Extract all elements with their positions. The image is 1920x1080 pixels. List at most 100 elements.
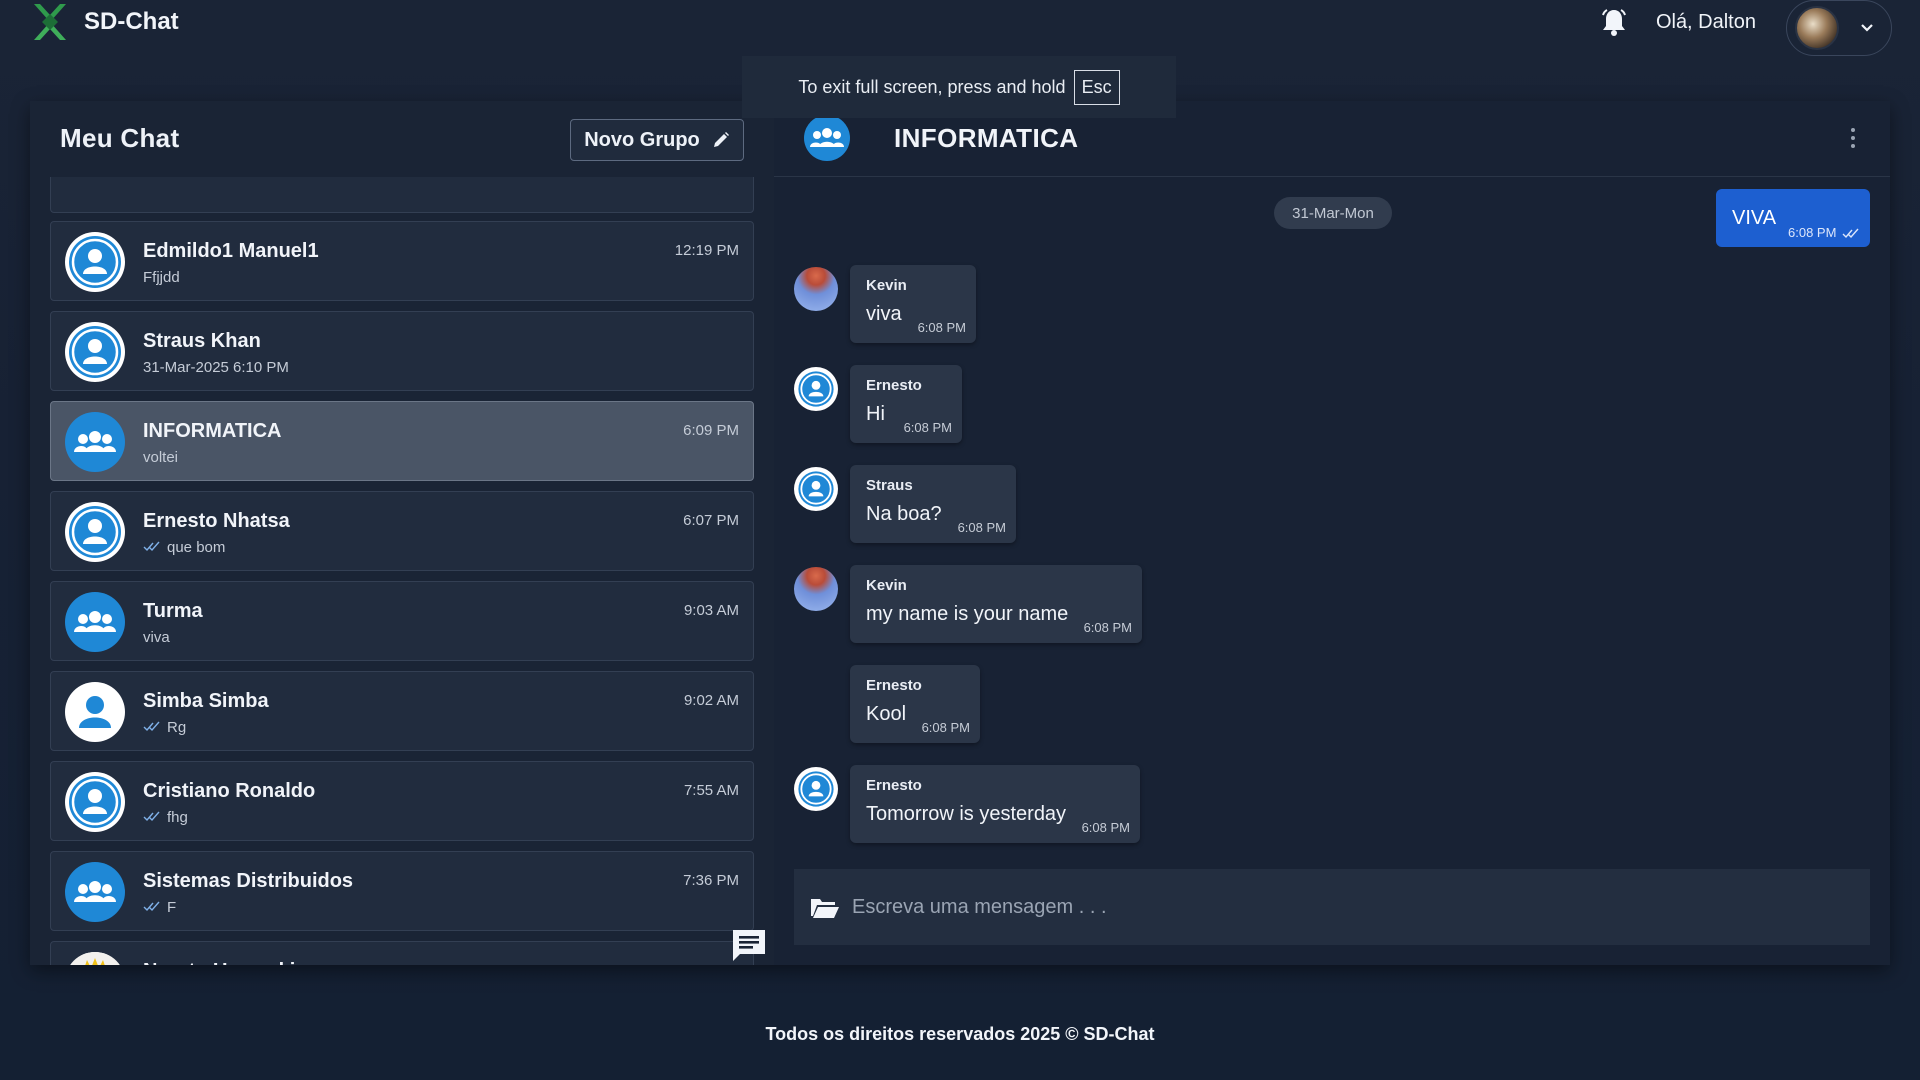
chevron-down-icon [1861, 24, 1873, 32]
message-sender: Ernesto [866, 777, 922, 794]
list-item-preview-text: que bom [167, 539, 226, 556]
list-item-name: Turma [143, 600, 203, 622]
group-icon [65, 592, 125, 652]
conversation-panel: INFORMATICA 31-Mar-Mon VIVA 6:08 PM Kevi [774, 101, 1890, 965]
chat-bubble-icon[interactable] [730, 927, 768, 963]
list-item-preview-text: Ffjjdd [143, 269, 180, 286]
chat-list[interactable]: Edmildo1 Manuel1 Ffjjdd 12:19 PM Straus Kha… [50, 177, 756, 965]
top-bar: SD-Chat Olá, Dalton [0, 0, 1920, 56]
message-time: 6:08 PM [917, 320, 966, 335]
esc-key: Esc [1073, 69, 1120, 105]
fullscreen-notice-text: To exit full screen, press and hold [798, 76, 1066, 97]
brand[interactable]: SD-Chat [30, 2, 179, 42]
list-item-time: 6:09 PM [683, 422, 739, 439]
list-item-preview-text: Rg [167, 719, 187, 736]
list-item-preview-text: voltei [143, 449, 179, 466]
group-icon [65, 862, 125, 922]
group-avatar[interactable] [804, 115, 850, 161]
greeting-text: Olá, Dalton [1655, 10, 1756, 33]
list-item[interactable]: Sistemas Distribuidos F 7:36 PM [50, 851, 754, 931]
list-item-time: 7:55 AM [683, 782, 739, 799]
person-icon [65, 322, 125, 382]
message-text: my name is your name [866, 603, 1069, 625]
list-item-name: Cristiano Ronaldo [143, 780, 316, 802]
list-item-preview-text: F [167, 899, 177, 916]
double-check-icon [143, 809, 161, 826]
avatar [65, 952, 125, 965]
group-icon [65, 412, 125, 472]
message-time: 6:08 PM [1788, 225, 1860, 240]
message-bubble[interactable]: Ernesto Tomorrow is yesterday 6:08 PM [850, 765, 1140, 843]
message-time: 6:08 PM [921, 720, 970, 735]
logo-icon [34, 4, 66, 40]
list-item[interactable]: Straus Khan 31-Mar-2025 6:10 PM [50, 311, 754, 391]
own-message-bubble[interactable]: VIVA 6:08 PM [1716, 189, 1870, 247]
list-item-preview-text: 31-Mar-2025 6:10 PM [143, 359, 289, 376]
person-icon [65, 502, 125, 562]
list-item-preview: 31-Mar-2025 6:10 PM [143, 359, 289, 376]
avatar [794, 567, 838, 611]
message-bubble[interactable]: Kevin my name is your name 6:08 PM [850, 565, 1142, 643]
chat-list-header: Meu Chat Novo Grupo [30, 101, 774, 177]
person-icon [794, 767, 838, 811]
date-divider: 31-Mar-Mon [1274, 197, 1392, 229]
list-item-preview: F [143, 899, 176, 916]
list-item-preview: Ffjjdd [143, 269, 180, 286]
message-sender: Kevin [866, 577, 907, 594]
list-item[interactable]: Cristiano Ronaldo fhg 7:55 AM [50, 761, 754, 841]
person-icon [794, 467, 838, 511]
list-item[interactable] [50, 177, 754, 213]
new-group-button[interactable]: Novo Grupo [570, 119, 744, 161]
avatar [794, 267, 838, 311]
message-time: 6:08 PM [1083, 620, 1132, 635]
message-time: 6:08 PM [903, 420, 952, 435]
group-icon [810, 128, 844, 147]
pencil-icon [713, 132, 729, 147]
message-sender: Kevin [866, 277, 907, 294]
list-item-preview: voltei [143, 449, 178, 466]
list-item-preview: Rg [143, 719, 186, 736]
message-text: viva [866, 303, 902, 325]
list-item-time: 9:03 AM [683, 602, 739, 619]
message-text: Tomorrow is yesterday [866, 803, 1067, 825]
list-item[interactable]: Edmildo1 Manuel1 Ffjjdd 12:19 PM [50, 221, 754, 301]
list-item[interactable]: Ernesto Nhatsa que bom 6:07 PM [50, 491, 754, 571]
message-time: 6:08 PM [957, 520, 1006, 535]
message-bubble[interactable]: Ernesto Hi 6:08 PM [850, 365, 962, 443]
list-item-preview: que bom [143, 539, 225, 556]
list-item[interactable]: Naruto Uzumaki [50, 941, 754, 965]
person-icon [65, 682, 125, 742]
message-list[interactable]: 31-Mar-Mon VIVA 6:08 PM Kevin viva 6:08 PM… [774, 179, 1890, 849]
list-item-time: 7:36 PM [683, 872, 739, 889]
person-icon [65, 232, 125, 292]
list-item-time: 6:07 PM [683, 512, 739, 529]
message-sender: Ernesto [866, 377, 922, 394]
folder-open-icon[interactable] [810, 895, 840, 919]
message-text: Hi [866, 403, 885, 425]
list-item[interactable]: Turma viva 9:03 AM [50, 581, 754, 661]
list-item[interactable]: Simba Simba Rg 9:02 AM [50, 671, 754, 751]
chat-list-panel: Meu Chat Novo Grupo Edmildo1 Manuel1 Ffjj… [30, 101, 774, 965]
list-item[interactable]: INFORMATICA voltei 6:09 PM [50, 401, 754, 481]
fullscreen-notice: To exit full screen, press and hold Esc [742, 56, 1176, 118]
message-bubble[interactable]: Ernesto Kool 6:08 PM [850, 665, 980, 743]
user-menu-button[interactable] [1786, 0, 1892, 56]
list-item-name: INFORMATICA [143, 420, 282, 442]
avatar [1795, 6, 1839, 50]
bell-icon[interactable] [1598, 6, 1630, 38]
list-item-name: Straus Khan [143, 330, 261, 352]
list-item-preview-text: viva [143, 629, 170, 646]
list-item-time: 9:02 AM [683, 692, 739, 709]
message-time-label: 6:08 PM [1788, 225, 1837, 240]
list-item-name: Simba Simba [143, 690, 269, 712]
list-item-preview-text: fhg [167, 809, 188, 826]
message-input[interactable] [852, 889, 1832, 925]
more-options-icon[interactable] [1850, 127, 1856, 149]
double-check-icon [143, 899, 161, 916]
message-sender: Ernesto [866, 677, 922, 694]
conversation-title: INFORMATICA [894, 123, 1079, 153]
message-bubble[interactable]: Kevin viva 6:08 PM [850, 265, 976, 343]
message-bubble[interactable]: Straus Na boa? 6:08 PM [850, 465, 1016, 543]
message-composer [794, 869, 1870, 945]
list-item-name: Naruto Uzumaki [143, 960, 295, 965]
